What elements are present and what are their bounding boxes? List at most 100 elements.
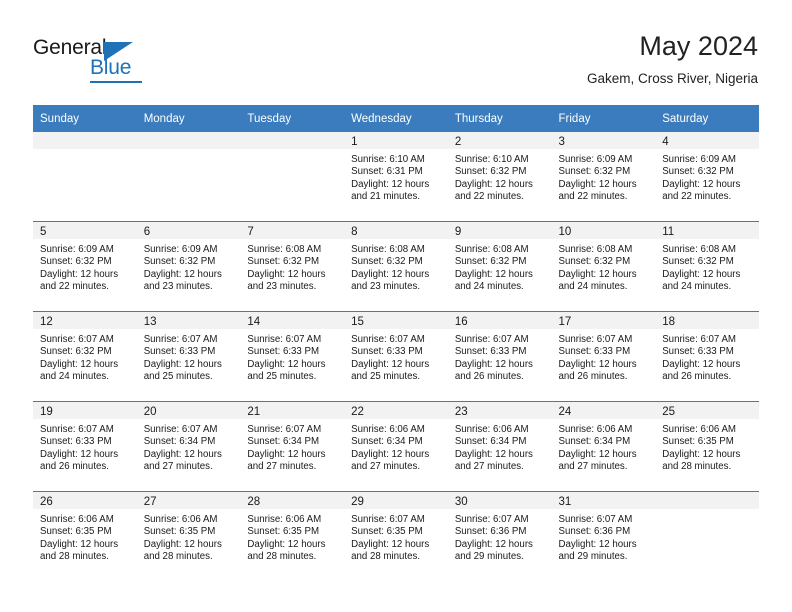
calendar-grid: Sunday Monday Tuesday Wednesday Thursday… xyxy=(33,105,759,581)
sunset-text: Sunset: 6:32 PM xyxy=(247,256,320,268)
sunset-text: Sunset: 6:33 PM xyxy=(40,436,112,448)
sunrise-text: Sunrise: 6:06 AM xyxy=(558,424,633,435)
calendar-page: General Blue May 2024 Gakem, Cross River… xyxy=(0,0,792,612)
calendar-day-cell[interactable]: 25 Sunrise: 6:06 AM Sunset: 6:35 PM Dayligh… xyxy=(655,401,759,492)
calendar-day-cell[interactable]: 13 Sunrise: 6:07 AM Sunset: 6:33 PM Dayligh… xyxy=(136,311,241,402)
daylight-text-line2: and 27 minutes. xyxy=(454,461,524,473)
page-header: General Blue May 2024 Gakem, Cross River… xyxy=(0,0,792,104)
calendar-day-cell[interactable]: 2 Sunrise: 6:10 AM Sunset: 6:32 PM Daylight… xyxy=(447,132,552,222)
page-title: May 2024 xyxy=(639,31,758,61)
calendar-day-cell[interactable]: 21 Sunrise: 6:07 AM Sunset: 6:34 PM Dayligh… xyxy=(240,401,345,492)
calendar-day-cell[interactable]: 27 Sunrise: 6:06 AM Sunset: 6:35 PM Dayligh… xyxy=(136,491,241,581)
day-details: Sunrise: 6:09 AM Sunset: 6:32 PM Daylight:… xyxy=(33,239,137,294)
calendar-day-cell-inner: 28 Sunrise: 6:06 AM Sunset: 6:35 PM Dayligh… xyxy=(240,492,345,581)
calendar-week-row: 1 Sunrise: 6:10 AM Sunset: 6:31 PM Daylight… xyxy=(33,132,759,222)
logo-text-blue: Blue xyxy=(90,56,132,79)
daylight-text-line2: and 23 minutes. xyxy=(247,281,317,293)
sunrise-text: Sunrise: 6:06 AM xyxy=(40,514,114,525)
calendar-day-cell[interactable]: 19 Sunrise: 6:07 AM Sunset: 6:33 PM Dayligh… xyxy=(33,401,137,492)
calendar-day-cell-inner: 8 Sunrise: 6:08 AM Sunset: 6:32 PM Daylight… xyxy=(344,222,448,311)
weekday-header-row: Sunday Monday Tuesday Wednesday Thursday… xyxy=(33,105,759,132)
daylight-text-line2: and 25 minutes. xyxy=(351,371,421,383)
daylight-text-line2: and 22 minutes. xyxy=(454,191,524,203)
calendar-day-cell[interactable]: 9 Sunrise: 6:08 AM Sunset: 6:32 PM Daylight… xyxy=(447,221,552,312)
calendar-day-cell[interactable]: 30 Sunrise: 6:07 AM Sunset: 6:36 PM Dayligh… xyxy=(447,491,552,581)
general-blue-logo[interactable]: General Blue xyxy=(33,36,163,84)
calendar-day-cell-inner: 27 Sunrise: 6:06 AM Sunset: 6:35 PM Dayligh… xyxy=(136,492,241,581)
day-details: Sunrise: 6:06 AM Sunset: 6:34 PM Daylight:… xyxy=(448,419,552,474)
daylight-text-line1: Daylight: 12 hours xyxy=(351,268,430,280)
daylight-text-line1: Daylight: 12 hours xyxy=(558,358,637,370)
calendar-day-cell-inner xyxy=(136,132,241,221)
calendar-day-cell[interactable]: 1 Sunrise: 6:10 AM Sunset: 6:31 PM Daylight… xyxy=(344,132,448,222)
day-details: Sunrise: 6:07 AM Sunset: 6:33 PM Daylight:… xyxy=(33,419,137,474)
sunrise-text: Sunrise: 6:07 AM xyxy=(351,334,425,345)
daylight-text-line1: Daylight: 12 hours xyxy=(662,178,741,190)
day-number: 28 xyxy=(240,492,345,509)
calendar-day-cell-inner: 1 Sunrise: 6:10 AM Sunset: 6:31 PM Daylight… xyxy=(344,132,448,221)
weekday-header-wednesday: Wednesday xyxy=(344,105,448,132)
calendar-day-cell[interactable]: 12 Sunrise: 6:07 AM Sunset: 6:32 PM Dayligh… xyxy=(33,311,137,402)
calendar-day-cell[interactable]: 24 Sunrise: 6:06 AM Sunset: 6:34 PM Dayligh… xyxy=(551,401,656,492)
sunset-text: Sunset: 6:32 PM xyxy=(351,256,423,268)
daylight-text-line1: Daylight: 12 hours xyxy=(454,358,533,370)
calendar-week-row: 12 Sunrise: 6:07 AM Sunset: 6:32 PM Dayligh… xyxy=(33,311,759,402)
day-number: 1 xyxy=(344,132,448,149)
daylight-text-line2: and 27 minutes. xyxy=(143,461,213,473)
calendar-day-cell[interactable]: 7 Sunrise: 6:08 AM Sunset: 6:32 PM Daylight… xyxy=(240,221,345,312)
calendar-day-cell[interactable]: 8 Sunrise: 6:08 AM Sunset: 6:32 PM Daylight… xyxy=(344,221,448,312)
day-number: 26 xyxy=(33,492,137,509)
weekday-header-tuesday: Tuesday xyxy=(240,105,345,132)
calendar-day-cell[interactable]: 5 Sunrise: 6:09 AM Sunset: 6:32 PM Daylight… xyxy=(33,221,137,312)
calendar-day-cell-inner: 29 Sunrise: 6:07 AM Sunset: 6:35 PM Dayligh… xyxy=(344,492,448,581)
calendar-day-cell-inner: 3 Sunrise: 6:09 AM Sunset: 6:32 PM Daylight… xyxy=(551,132,656,221)
sunset-text: Sunset: 6:33 PM xyxy=(143,346,216,358)
calendar-day-cell[interactable]: 17 Sunrise: 6:07 AM Sunset: 6:33 PM Dayligh… xyxy=(551,311,656,402)
sunrise-text: Sunrise: 6:09 AM xyxy=(143,244,218,255)
sunset-text: Sunset: 6:32 PM xyxy=(454,256,527,268)
day-number: 16 xyxy=(447,312,552,329)
sunrise-text: Sunrise: 6:07 AM xyxy=(247,334,322,345)
calendar-day-cell[interactable]: 20 Sunrise: 6:07 AM Sunset: 6:34 PM Dayligh… xyxy=(136,401,241,492)
sunrise-text: Sunrise: 6:10 AM xyxy=(351,154,425,165)
day-number xyxy=(655,492,759,509)
sunset-text: Sunset: 6:35 PM xyxy=(662,436,734,448)
calendar-day-cell[interactable]: 28 Sunrise: 6:06 AM Sunset: 6:35 PM Dayligh… xyxy=(240,491,345,581)
calendar-day-cell-inner: 24 Sunrise: 6:06 AM Sunset: 6:34 PM Dayligh… xyxy=(551,402,656,491)
calendar-day-cell[interactable]: 3 Sunrise: 6:09 AM Sunset: 6:32 PM Daylight… xyxy=(551,132,656,222)
daylight-text-line1: Daylight: 12 hours xyxy=(454,538,533,550)
calendar-day-cell[interactable]: 18 Sunrise: 6:07 AM Sunset: 6:33 PM Dayligh… xyxy=(655,311,759,402)
calendar-day-cell[interactable]: 23 Sunrise: 6:06 AM Sunset: 6:34 PM Dayligh… xyxy=(447,401,552,492)
calendar-day-cell[interactable]: 4 Sunrise: 6:09 AM Sunset: 6:32 PM Daylight… xyxy=(655,132,759,222)
daylight-text-line2: and 24 minutes. xyxy=(454,281,524,293)
calendar-day-cell[interactable]: 16 Sunrise: 6:07 AM Sunset: 6:33 PM Dayligh… xyxy=(447,311,552,402)
day-details: Sunrise: 6:08 AM Sunset: 6:32 PM Daylight:… xyxy=(448,239,552,294)
sunrise-text: Sunrise: 6:06 AM xyxy=(247,514,322,525)
day-details: Sunrise: 6:07 AM Sunset: 6:33 PM Daylight:… xyxy=(344,329,448,384)
calendar-day-cell[interactable]: 29 Sunrise: 6:07 AM Sunset: 6:35 PM Dayligh… xyxy=(344,491,448,581)
calendar-day-cell[interactable]: 6 Sunrise: 6:09 AM Sunset: 6:32 PM Daylight… xyxy=(136,221,241,312)
calendar-day-cell[interactable]: 11 Sunrise: 6:08 AM Sunset: 6:32 PM Dayligh… xyxy=(655,221,759,312)
daylight-text-line2: and 26 minutes. xyxy=(40,461,109,473)
day-details: Sunrise: 6:10 AM Sunset: 6:31 PM Daylight:… xyxy=(344,149,448,204)
calendar-day-cell[interactable]: 10 Sunrise: 6:08 AM Sunset: 6:32 PM Dayligh… xyxy=(551,221,656,312)
day-details: Sunrise: 6:08 AM Sunset: 6:32 PM Daylight:… xyxy=(655,239,759,294)
daylight-text-line1: Daylight: 12 hours xyxy=(662,268,741,280)
sunset-text: Sunset: 6:33 PM xyxy=(662,346,734,358)
calendar-day-cell[interactable]: 14 Sunrise: 6:07 AM Sunset: 6:33 PM Dayligh… xyxy=(240,311,345,402)
sunset-text: Sunset: 6:35 PM xyxy=(40,526,112,538)
day-number: 7 xyxy=(240,222,345,239)
calendar-day-cell[interactable]: 26 Sunrise: 6:06 AM Sunset: 6:35 PM Dayligh… xyxy=(33,491,137,581)
daylight-text-line1: Daylight: 12 hours xyxy=(558,538,637,550)
calendar-day-cell-inner xyxy=(240,132,345,221)
calendar-day-cell[interactable]: 22 Sunrise: 6:06 AM Sunset: 6:34 PM Dayligh… xyxy=(344,401,448,492)
daylight-text-line1: Daylight: 12 hours xyxy=(247,358,326,370)
day-details: Sunrise: 6:07 AM Sunset: 6:33 PM Daylight:… xyxy=(240,329,344,384)
daylight-text-line2: and 29 minutes. xyxy=(558,551,628,563)
daylight-text-line1: Daylight: 12 hours xyxy=(143,538,222,550)
calendar-day-cell-inner: 11 Sunrise: 6:08 AM Sunset: 6:32 PM Dayligh… xyxy=(655,222,759,311)
page-subtitle: Gakem, Cross River, Nigeria xyxy=(586,71,758,86)
day-number: 17 xyxy=(551,312,656,329)
calendar-day-cell[interactable]: 15 Sunrise: 6:07 AM Sunset: 6:33 PM Dayligh… xyxy=(344,311,448,402)
calendar-day-cell[interactable]: 31 Sunrise: 6:07 AM Sunset: 6:36 PM Dayligh… xyxy=(551,491,656,581)
